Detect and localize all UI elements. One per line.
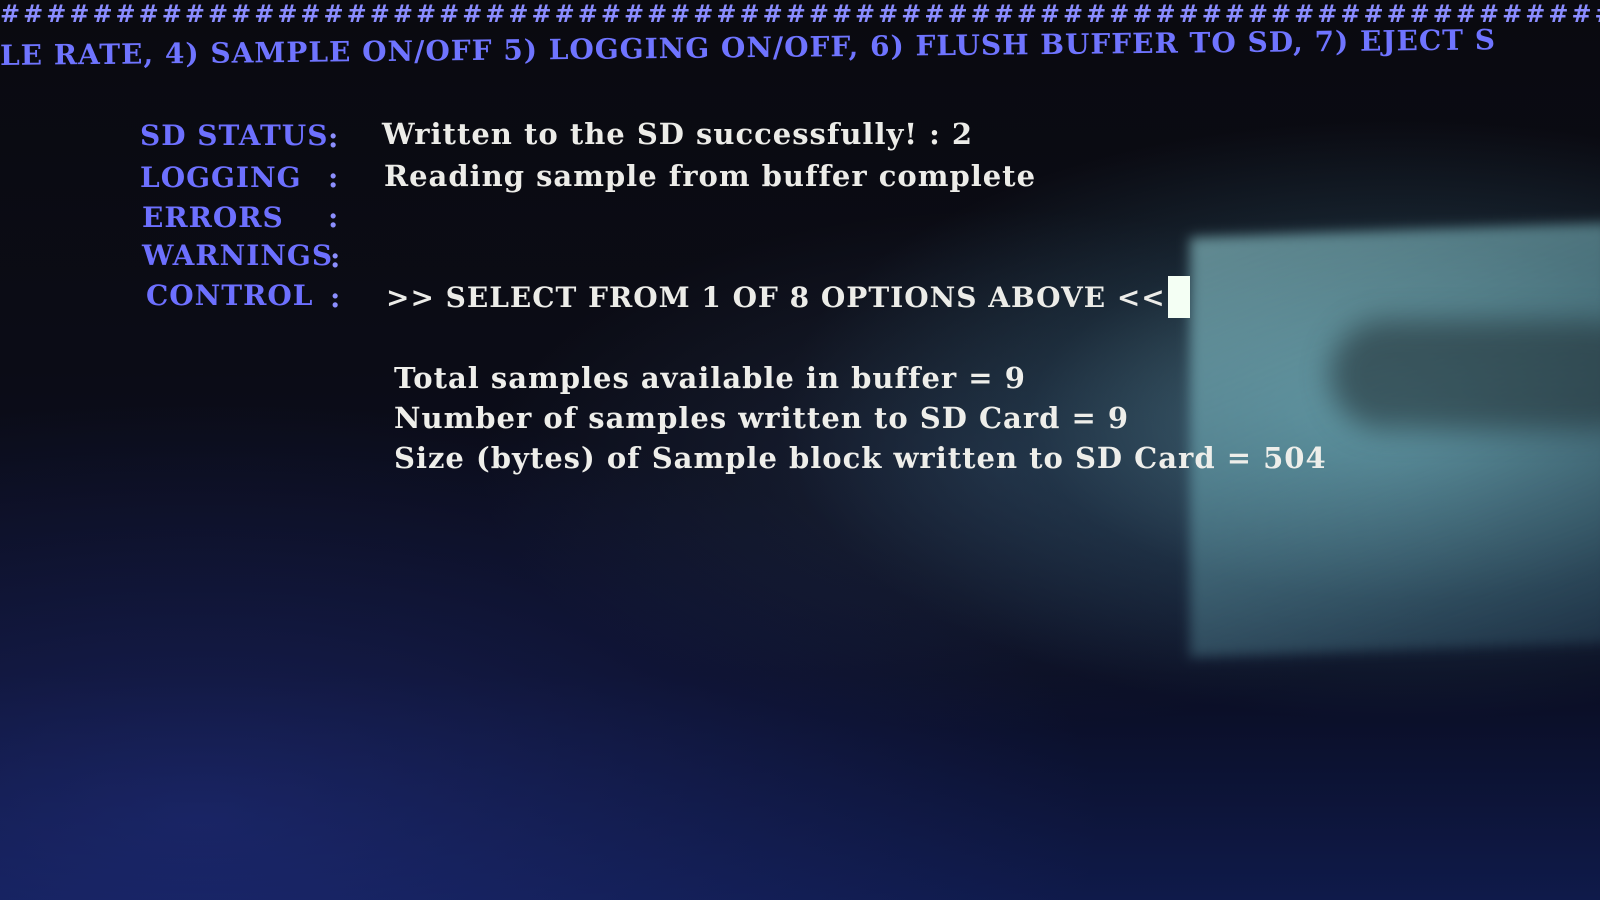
stat-block-size: Size (bytes) of Sample block written to …: [394, 441, 1327, 475]
control-separator: :: [330, 281, 342, 314]
logging-separator: :: [328, 161, 340, 194]
serial-terminal[interactable]: ########################################…: [0, 0, 1600, 900]
control-prompt[interactable]: >> SELECT FROM 1 OF 8 OPTIONS ABOVE <<: [386, 275, 1190, 318]
sd-status-separator: :: [328, 121, 340, 154]
control-prompt-text: >> SELECT FROM 1 OF 8 OPTIONS ABOVE <<: [386, 281, 1166, 314]
logging-label: LOGGING: [140, 161, 302, 194]
stat-samples-written: Number of samples written to SD Card = 9: [394, 401, 1130, 435]
control-label: CONTROL: [146, 279, 314, 312]
stat-total-samples: Total samples available in buffer = 9: [394, 361, 1026, 395]
errors-separator: :: [328, 201, 340, 234]
text-cursor: [1167, 275, 1190, 318]
sd-status-label: SD STATUS: [140, 119, 329, 152]
sd-status-value: Written to the SD successfully! : 2: [382, 117, 974, 151]
logging-row: LOGGING: [140, 158, 302, 198]
photo-of-monitor: ########################################…: [0, 0, 1600, 900]
errors-label: ERRORS: [142, 201, 284, 234]
errors-row: ERRORS: [142, 198, 284, 238]
warnings-label: WARNINGS: [142, 239, 334, 272]
control-row: CONTROL: [146, 276, 313, 316]
logging-value: Reading sample from buffer complete: [384, 159, 1037, 193]
sd-status-row: SD STATUS: [140, 116, 328, 156]
warnings-separator: :: [330, 241, 342, 274]
warnings-row: WARNINGS: [142, 236, 333, 276]
